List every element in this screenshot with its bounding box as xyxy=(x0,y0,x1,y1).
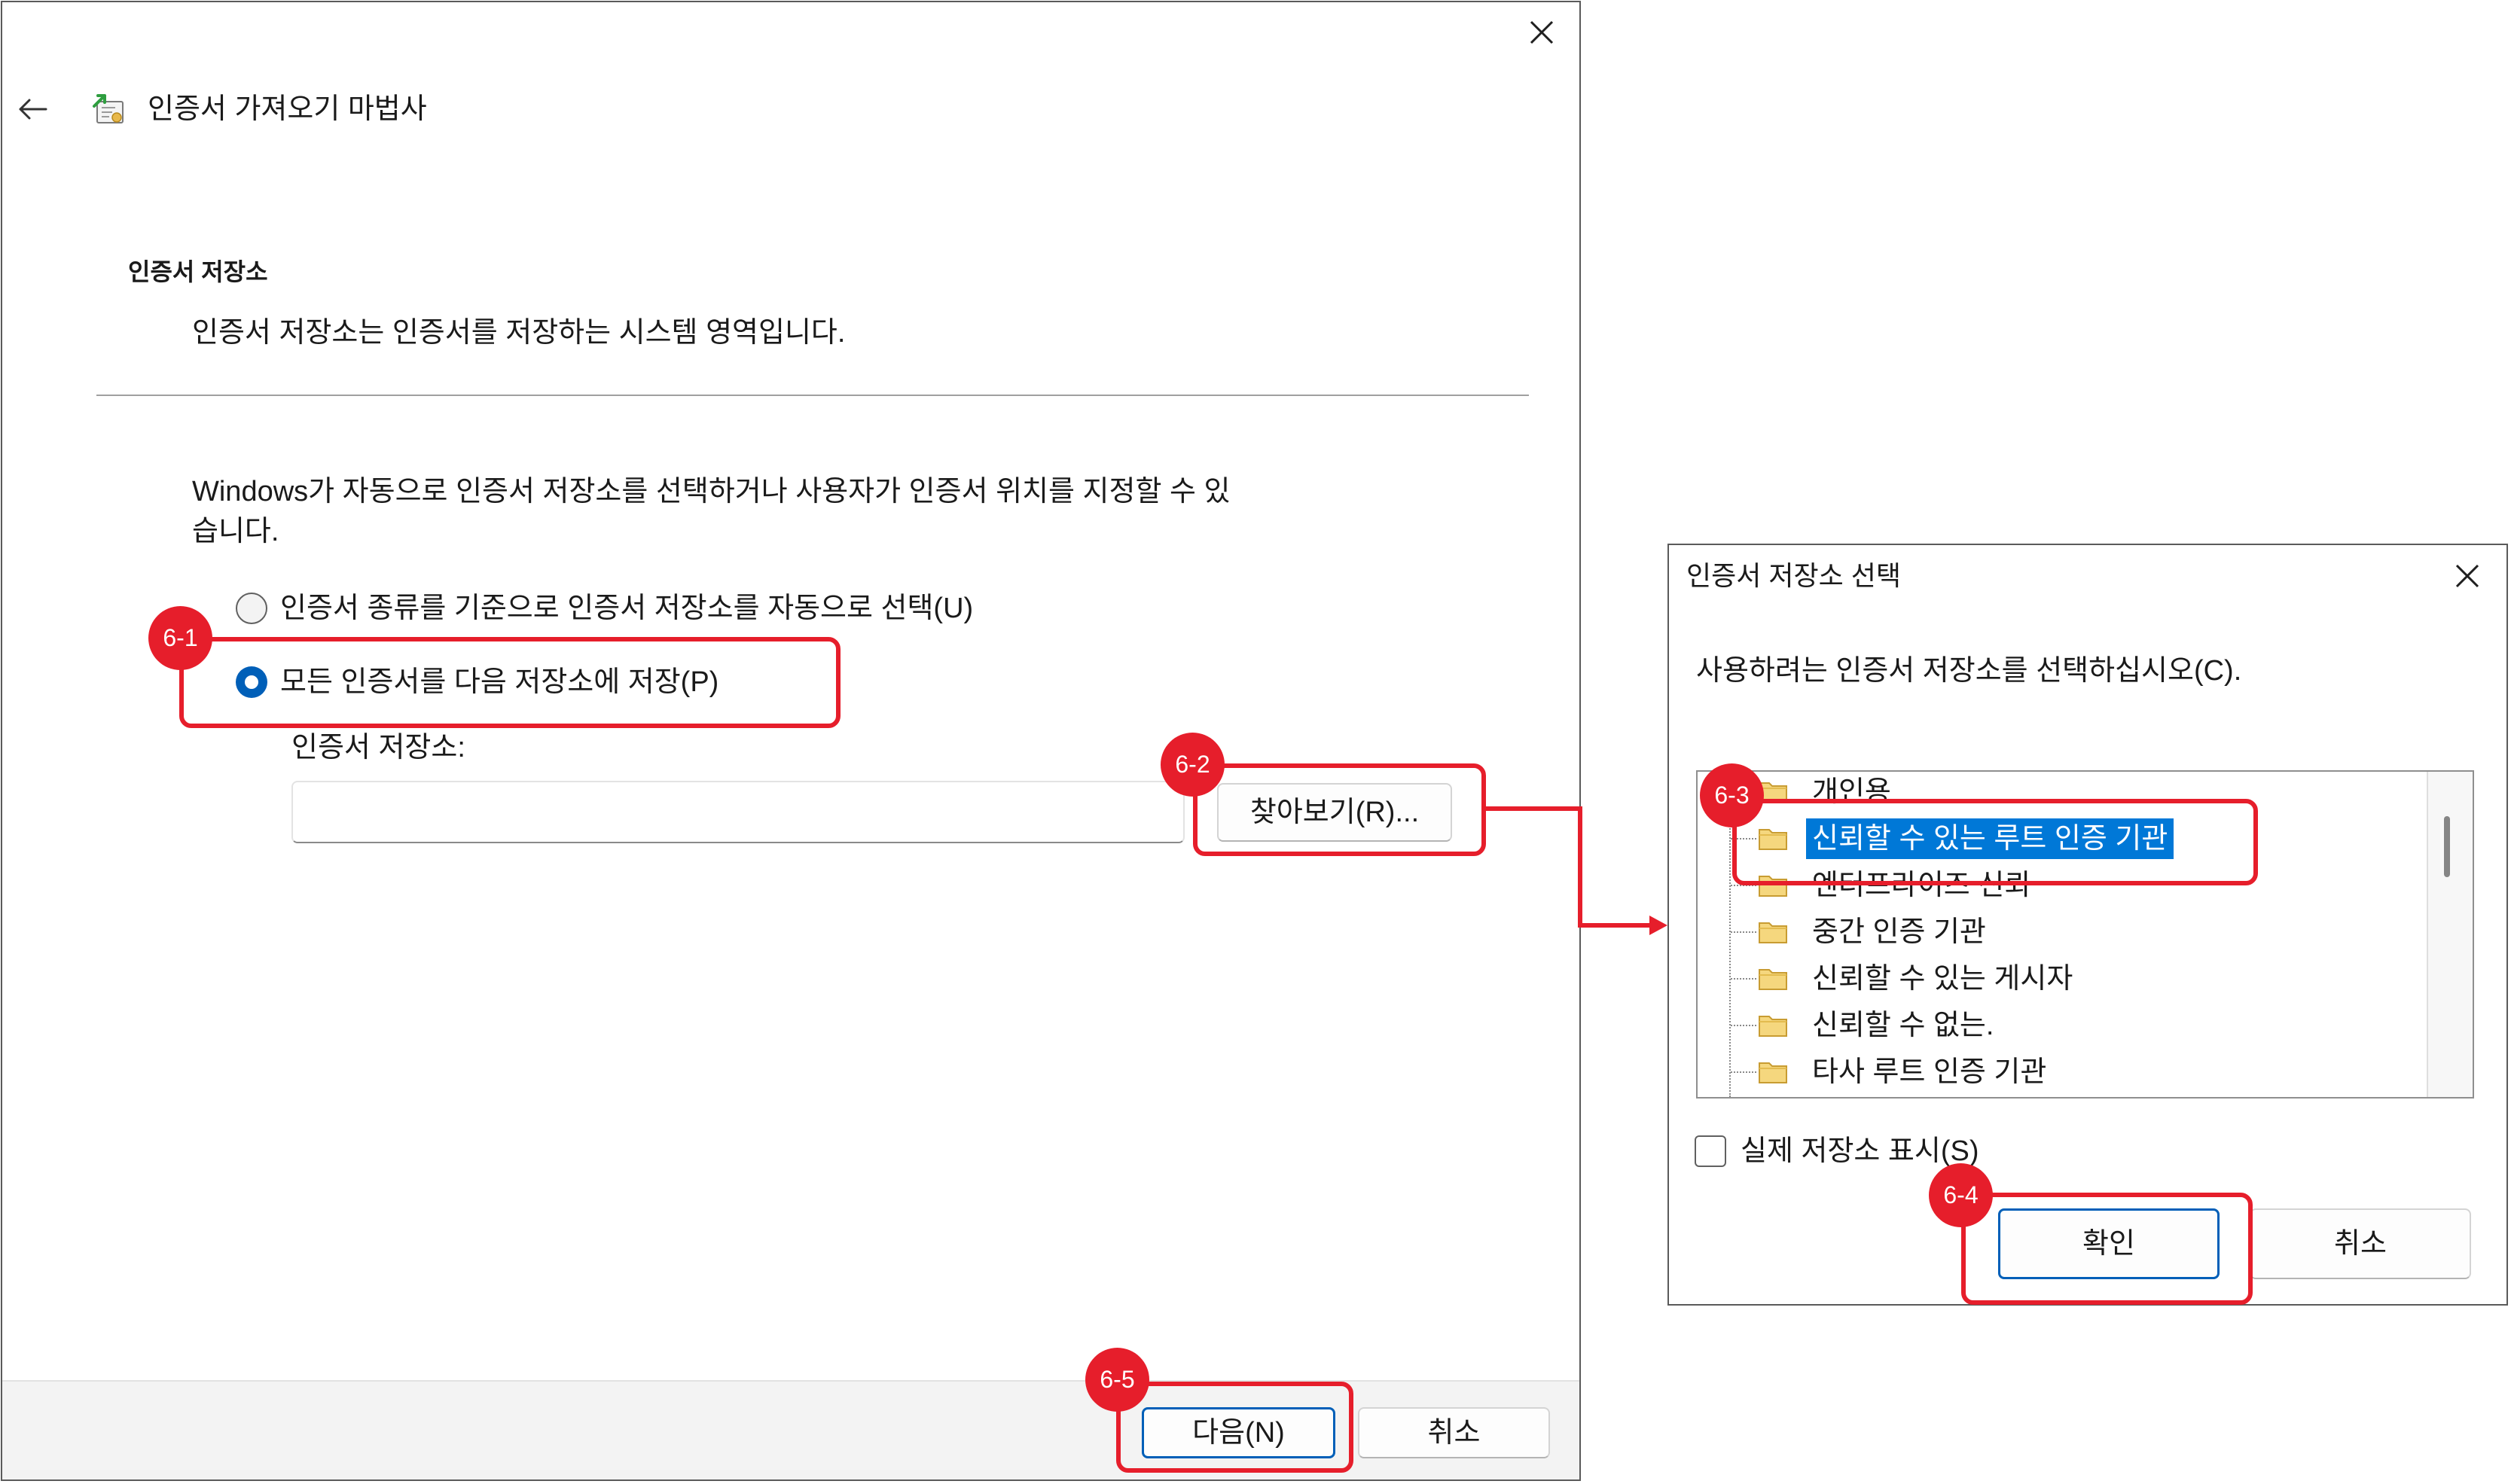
tree-connector-stub xyxy=(1731,931,1756,933)
place-in-store-radio[interactable] xyxy=(236,666,267,698)
dialog-prompt: 사용하려는 인증서 저장소를 선택하십시오(C). xyxy=(1696,655,2242,687)
section-description: 인증서 저장소는 인증서를 저장하는 시스템 영역입니다. xyxy=(192,317,846,349)
back-arrow-icon[interactable] xyxy=(16,96,49,123)
step-6-5-badge: 6-5 xyxy=(1085,1348,1149,1412)
certificate-wizard-icon xyxy=(90,91,129,130)
store-tree-item-label: 엔터프라이즈 신뢰 xyxy=(1812,870,2031,901)
header-divider xyxy=(96,395,1529,396)
browse-button[interactable]: 찾아보기(R)... xyxy=(1217,783,1452,842)
certificate-store-field[interactable] xyxy=(291,781,1185,843)
store-tree-item[interactable]: 신뢰할 수 있는 게시자 xyxy=(1698,955,2425,1002)
certificate-store-label: 인증서 저장소: xyxy=(291,732,465,763)
store-tree-item-label: 신뢰할 수 없는. xyxy=(1812,1010,1994,1041)
intro-text-line-2: 습니다. xyxy=(192,516,279,547)
store-tree-item-label: 개인용 xyxy=(1812,776,1891,808)
step-6-2-badge: 6-2 xyxy=(1161,733,1225,797)
wizard-footer: 다음(N) 취소 xyxy=(2,1380,1579,1479)
store-tree-item-label: 타사 루트 인증 기관 xyxy=(1812,1056,2047,1088)
folder-icon xyxy=(1758,966,1788,992)
tree-connector-stub xyxy=(1731,978,1756,980)
folder-icon xyxy=(1758,873,1788,898)
step-6-1-badge: 6-1 xyxy=(148,606,212,670)
auto-select-radio[interactable] xyxy=(236,593,267,624)
auto-select-label[interactable]: 인증서 종류를 기준으로 인증서 저장소를 자동으로 선택(U) xyxy=(280,590,973,627)
section-heading: 인증서 저장소 xyxy=(128,258,268,285)
next-button[interactable]: 다음(N) xyxy=(1142,1407,1335,1458)
tree-connector-stub xyxy=(1731,885,1756,886)
tree-connector-stub xyxy=(1731,838,1756,840)
wizard-title: 인증서 가져오기 마법사 xyxy=(148,93,427,125)
tree-connector-stub xyxy=(1731,1025,1756,1026)
certificate-import-wizard: 인증서 가져오기 마법사 인증서 저장소 인증서 저장소는 인증서를 저장하는 … xyxy=(1,1,1581,1481)
folder-icon xyxy=(1758,1013,1788,1038)
store-tree-item-label: 신뢰할 수 있는 루트 인증 기관 xyxy=(1806,818,2174,859)
close-icon[interactable] xyxy=(1527,17,1557,47)
folder-icon xyxy=(1758,919,1788,945)
store-tree-item[interactable]: 중간 인증 기관 xyxy=(1698,909,2425,955)
close-icon[interactable] xyxy=(2452,561,2482,591)
select-certificate-store-dialog: 인증서 저장소 선택 사용하려는 인증서 저장소를 선택하십시오(C). 개인용… xyxy=(1667,544,2508,1306)
store-tree-item[interactable]: 엔터프라이즈 신뢰 xyxy=(1698,862,2425,909)
tree-scrollbar-thumb[interactable] xyxy=(2444,816,2450,877)
store-tree-item[interactable]: 개인용 xyxy=(1698,772,2425,815)
store-tree-item-label: 중간 인증 기관 xyxy=(1812,916,1986,948)
folder-icon xyxy=(1758,1059,1788,1085)
store-tree-item[interactable]: 타사 루트 인증 기관 xyxy=(1698,1049,2425,1095)
store-tree-item[interactable]: 신뢰할 수 있는 루트 인증 기관 xyxy=(1698,815,2425,862)
store-tree-item[interactable]: 신뢰할 수 없는. xyxy=(1698,1002,2425,1049)
step-6-4-badge: 6-4 xyxy=(1929,1163,1993,1227)
tree-scrollbar[interactable] xyxy=(2427,772,2473,1097)
show-physical-stores-checkbox[interactable] xyxy=(1695,1135,1726,1167)
step-6-3-badge: 6-3 xyxy=(1700,763,1764,827)
cancel-button[interactable]: 취소 xyxy=(2250,1208,2471,1279)
place-in-store-label[interactable]: 모든 인증서를 다음 저장소에 저장(P) xyxy=(280,663,719,701)
dialog-title: 인증서 저장소 선택 xyxy=(1686,560,1901,591)
intro-text-line-1: Windows가 자동으로 인증서 저장소를 선택하거나 사용자가 인증서 위치… xyxy=(192,476,1231,507)
folder-icon xyxy=(1758,826,1788,852)
tree-connector-stub xyxy=(1731,1071,1756,1073)
cancel-button[interactable]: 취소 xyxy=(1358,1407,1550,1458)
show-physical-stores-label[interactable]: 실제 저장소 표시(S) xyxy=(1741,1132,1979,1170)
store-tree-item-label: 신뢰할 수 있는 게시자 xyxy=(1812,963,2073,995)
ok-button[interactable]: 확인 xyxy=(1998,1208,2220,1279)
store-tree[interactable]: 개인용 신뢰할 수 있는 루트 인증 기관 엔터프라이즈 신뢰 중간 인증 기관… xyxy=(1696,770,2474,1099)
